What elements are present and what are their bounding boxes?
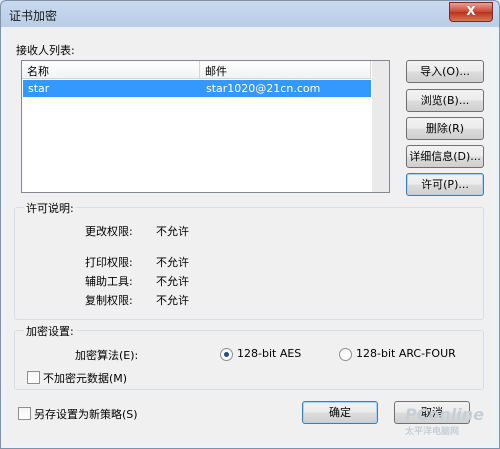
permission-label-accessibility: 辅助工具: bbox=[85, 275, 133, 288]
recipients-list[interactable]: 名称 邮件 star star1020@21cn.com bbox=[21, 60, 390, 193]
recipient-name: star bbox=[28, 82, 50, 95]
column-header-email[interactable]: 邮件 bbox=[200, 61, 371, 79]
radio-arcfour-label[interactable]: 128-bit ARC-FOUR bbox=[356, 347, 456, 360]
radio-aes[interactable] bbox=[220, 348, 233, 361]
radio-aes-label[interactable]: 128-bit AES bbox=[237, 347, 301, 360]
dialog-window: 证书加密 X 接收人列表: 名称 邮件 star star1020@21cn.c… bbox=[0, 0, 500, 449]
list-item[interactable]: star star1020@21cn.com bbox=[23, 80, 371, 97]
permissions-title: 许可说明: bbox=[24, 200, 76, 216]
dialog-content: 接收人列表: 名称 邮件 star star1020@21cn.com 导入(O… bbox=[6, 27, 494, 443]
recipients-label: 接收人列表: bbox=[16, 44, 75, 57]
recipient-email: star1020@21cn.com bbox=[206, 82, 321, 95]
permission-label-copy: 复制权限: bbox=[85, 294, 133, 307]
encryption-group: 加密设置: 加密算法(E): 128-bit AES 128-bit ARC-F… bbox=[14, 323, 484, 390]
vertical-scrollbar[interactable] bbox=[372, 61, 389, 192]
permission-label-change: 更改权限: bbox=[85, 225, 133, 238]
permission-label-print: 打印权限: bbox=[85, 256, 133, 269]
permission-value-change: 不允许 bbox=[156, 225, 189, 238]
title-bar[interactable]: 证书加密 X bbox=[1, 1, 499, 27]
watermark-logo: PConline 太平洋电脑网 bbox=[404, 405, 484, 437]
permission-value-copy: 不允许 bbox=[156, 294, 189, 307]
details-button[interactable]: 详细信息(D)... bbox=[406, 145, 484, 168]
save-policy-label[interactable]: 另存设置为新策略(S) bbox=[34, 406, 138, 422]
ok-button[interactable]: 确定 bbox=[302, 401, 378, 424]
close-button[interactable]: X bbox=[449, 2, 493, 22]
encryption-title: 加密设置: bbox=[24, 323, 76, 339]
delete-button[interactable]: 删除(R) bbox=[406, 117, 484, 140]
save-policy-checkbox[interactable] bbox=[18, 407, 31, 420]
permit-button[interactable]: 许可(P)... bbox=[406, 173, 484, 196]
permissions-group: 许可说明: 更改权限: 不允许 打印权限: 不允许 辅助工具: 不允许 复制权限… bbox=[14, 200, 484, 320]
window-title: 证书加密 bbox=[9, 9, 58, 23]
column-header-name[interactable]: 名称 bbox=[22, 61, 200, 79]
browse-button[interactable]: 浏览(B)... bbox=[406, 89, 484, 112]
import-button[interactable]: 导入(O)... bbox=[406, 60, 484, 83]
permission-value-print: 不允许 bbox=[156, 256, 189, 269]
permission-value-accessibility: 不允许 bbox=[156, 275, 189, 288]
algorithm-label: 加密算法(E): bbox=[75, 349, 139, 362]
no-metadata-label[interactable]: 不加密元数据(M) bbox=[43, 370, 127, 386]
radio-arcfour[interactable] bbox=[339, 348, 352, 361]
no-metadata-checkbox[interactable] bbox=[27, 371, 40, 384]
